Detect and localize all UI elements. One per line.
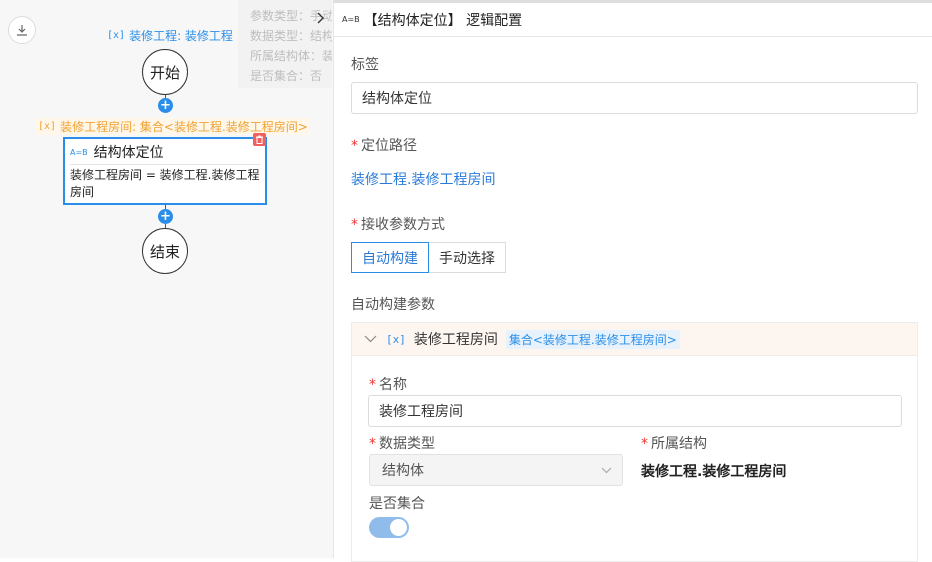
- structure-value: 装修工程.装修工程房间: [641, 464, 787, 480]
- panel-title: 【结构体定位】 逻辑配置: [363, 12, 523, 29]
- end-node-label: 结束: [149, 242, 180, 261]
- tooltip-line: 是否集合：否: [250, 69, 323, 83]
- variable-icon: [x]: [107, 30, 126, 41]
- receive-mode-label: * 接收参数方式: [351, 217, 445, 233]
- receive-mode-group: 自动构建 手动选择: [351, 242, 506, 273]
- download-button[interactable]: [8, 16, 36, 44]
- chevron-right-icon: [317, 12, 324, 24]
- param-type-badge: 集合<装修工程.装修工程房间>: [505, 329, 680, 349]
- logic-icon: A=B: [342, 15, 360, 24]
- chevron-down-icon: [601, 467, 612, 473]
- room-variable-tag[interactable]: [x] 装修工程房间: 集合<装修工程.装修工程房间>: [36, 118, 310, 135]
- collapse-panel-button[interactable]: [310, 6, 330, 30]
- variable-icon: [x]: [38, 121, 57, 132]
- data-type-label: * 数据类型: [369, 436, 435, 452]
- struct-locate-node[interactable]: A=B 结构体定位 装修工程房间 = 装修工程.装修工程房间: [63, 137, 267, 205]
- variable-icon: [x]: [386, 332, 406, 346]
- node-title: 结构体定位: [93, 145, 164, 161]
- flow-canvas[interactable]: [x] 装修工程: 装修工程 开始 + [x] 装修工程房间: 集合<装修工程.…: [0, 0, 333, 558]
- data-type-value: 结构体: [382, 463, 424, 479]
- is-collection-toggle[interactable]: [369, 517, 409, 538]
- data-type-label-text: 数据类型: [379, 436, 435, 452]
- toggle-knob: [390, 519, 407, 536]
- param-item: [x] 装修工程房间 集合<装修工程.装修工程房间> * 名称 装修工程房间 * 数…: [351, 322, 918, 562]
- path-label-text: 定位路径: [361, 138, 417, 154]
- param-name-input[interactable]: 装修工程房间: [368, 395, 902, 427]
- manual-select-button[interactable]: 手动选择: [429, 242, 506, 273]
- node-expression: 装修工程房间 = 装修工程.装修工程房间: [70, 168, 260, 199]
- start-node[interactable]: 开始: [142, 49, 188, 95]
- project-variable-text: 装修工程: 装修工程: [129, 29, 233, 43]
- data-type-select[interactable]: 结构体: [369, 454, 623, 486]
- add-step-button[interactable]: +: [158, 98, 173, 113]
- auto-params-label: 自动构建参数: [351, 297, 435, 313]
- tooltip-line: 所属结构体：装修工程: [250, 49, 332, 63]
- structure-label: * 所属结构: [641, 436, 707, 452]
- name-field-label: * 名称: [369, 377, 407, 393]
- project-variable-tag[interactable]: [x] 装修工程: 装修工程: [107, 27, 233, 44]
- logic-icon: A=B: [70, 147, 88, 157]
- param-item-header[interactable]: [x] 装修工程房间 集合<装修工程.装修工程房间>: [352, 323, 917, 356]
- config-panel: A=B 【结构体定位】 逻辑配置 标签 结构体定位 * 定位路径 装修工程.装修工…: [333, 0, 932, 562]
- path-field-label: * 定位路径: [351, 138, 417, 154]
- end-node[interactable]: 结束: [142, 228, 188, 274]
- structure-label-text: 所属结构: [651, 436, 707, 452]
- receive-mode-text: 接收参数方式: [361, 217, 445, 233]
- label-input[interactable]: 结构体定位: [351, 82, 918, 114]
- room-variable-text: 装修工程房间: 集合<装修工程.装修工程房间>: [60, 120, 308, 134]
- trash-icon: [256, 135, 263, 144]
- is-collection-label: 是否集合: [369, 496, 425, 512]
- add-step-button[interactable]: +: [158, 209, 173, 224]
- download-icon: [17, 25, 27, 36]
- delete-node-button[interactable]: [253, 133, 266, 146]
- auto-build-button[interactable]: 自动构建: [351, 242, 429, 273]
- label-field-label: 标签: [351, 57, 379, 73]
- name-label-text: 名称: [379, 377, 407, 393]
- locate-path-link[interactable]: 装修工程.装修工程房间: [351, 169, 495, 189]
- start-node-label: 开始: [149, 63, 180, 82]
- chevron-down-icon: [364, 335, 378, 343]
- param-name: 装修工程房间: [413, 332, 498, 348]
- panel-header: A=B 【结构体定位】 逻辑配置: [334, 3, 932, 37]
